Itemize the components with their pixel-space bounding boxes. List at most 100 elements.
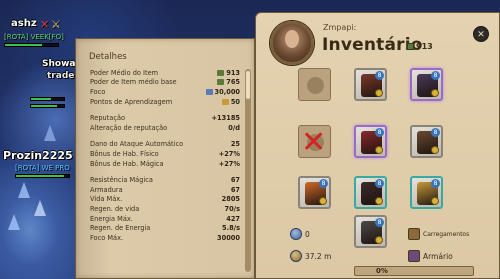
enchant-icon [375,197,383,205]
stat-row: Resistência Mágica 67 [90,175,240,185]
stat-label: Foco Máx. [90,233,124,242]
stat-row: Armadura 67 [90,185,240,195]
stat-value: +27% [219,150,240,158]
stat-value: 427 [226,215,240,223]
loadouts-button[interactable]: Carregamentos [408,228,469,240]
food-slot[interactable]: 8 [410,176,443,209]
cape-slot[interactable]: 8 [410,68,443,101]
stat-value-text: 25 [230,140,240,149]
learning-points-icon [221,98,229,105]
stat-label: Poder de Item médio base [90,78,177,87]
player-nameplate[interactable]: Showa [42,59,75,69]
stat-row: Foco 30,000 [90,87,240,97]
player-nameplate[interactable]: Prozin2225 [3,149,73,162]
head-slot[interactable]: 8 [354,68,387,101]
stat-label: Reputação [90,114,126,123]
stat-value: 5.8/s [222,224,240,232]
stat-label: Bônus de Hab. Mágica [90,159,164,168]
details-panel: Detalhes Poder Médio do Item 913 Poder de … [75,38,255,279]
carry-weight: 37.2 m [290,250,331,262]
gear-score-icon [217,79,225,86]
enchant-icon [319,197,327,205]
stat-value: 50 [221,97,240,106]
tier-badge: 8 [375,128,384,137]
load-bar [354,266,474,276]
stat-value-text: 50 [230,97,240,106]
stat-row: Alteração de reputação 0/d [90,123,240,133]
tier-badge: 8 [319,179,328,188]
enchant-icon [375,146,383,154]
stat-value-text: 913 [226,68,240,77]
close-button[interactable]: ✕ [473,26,489,42]
stat-row: Bônus de Hab. Físico +27% [90,149,240,159]
health-bar [30,97,65,101]
stat-value-text: 0/d [228,123,240,132]
tier-badge: 8 [375,71,384,80]
stat-row: Energia Máx. 427 [90,214,240,224]
details-scrollbar[interactable] [245,69,251,272]
guild-tag: [ROTA] VEEK[FO] [4,33,64,41]
player-name: Zmpapi: [323,23,357,32]
ice-crystal [18,182,30,198]
boots-slot[interactable]: 8 [354,176,387,209]
weight-icon [290,250,302,262]
empty-slot-icon [307,77,324,94]
off-hand-slot[interactable]: 8 [410,125,443,158]
loadouts-icon [408,228,420,240]
ice-crystal [34,200,46,216]
player-nameplate[interactable]: ashz [11,18,37,29]
stat-value: 0/d [228,124,240,132]
stat-label: Regen. de Energia [90,224,151,233]
scrollbar-thumb[interactable] [246,71,250,99]
enchant-icon [375,89,383,97]
tier-badge: 8 [431,179,440,188]
stat-value-text: 67 [230,176,240,185]
main-hand-slot[interactable]: ✕ [298,125,331,158]
stat-value-text: +27% [218,159,240,168]
item-power-icon [407,43,414,50]
tier-badge: 8 [375,218,384,227]
stat-value-text: 67 [230,185,240,194]
player-nameplate[interactable]: trade [47,71,74,81]
stat-row: Pontos de Aprendizagem 50 [90,97,240,107]
stat-value: 30,000 [205,88,240,96]
stat-label: Pontos de Aprendizagem [90,97,173,106]
mount-slot[interactable]: 8 [354,215,387,248]
stat-label: Bônus de Hab. Físico [90,149,159,158]
wardrobe-icon [408,250,420,262]
gear-score-icon [217,69,225,76]
silver-icon [290,228,302,240]
stat-row: Poder de Item médio base 765 [90,78,240,88]
stat-value: +13185 [212,114,240,122]
tier-badge: 8 [431,128,440,137]
avatar[interactable] [270,21,314,65]
potion-slot[interactable]: 8 [298,176,331,209]
chest-slot[interactable]: 8 [354,125,387,158]
stat-label: Vida Máx. [90,195,123,204]
stat-value: 67 [231,176,240,184]
inventory-panel: Zmpapi: Inventário 913 ✕ 8 8 ✕ 8 8 8 8 8 8 0 37.… [255,12,500,279]
pvp-flag-icon: ✕ [40,18,50,31]
item-power-value: 913 [416,42,433,51]
close-icon: ✕ [477,30,485,40]
stat-value: 2805 [222,195,240,203]
silver-value: 0 [305,229,310,239]
stat-value: 765 [217,78,240,86]
ice-crystal [8,214,20,230]
wardrobe-button[interactable]: Armário [408,250,453,262]
stat-row: Bônus de Hab. Mágica +27% [90,159,240,169]
stat-value: 70/s [224,205,240,213]
stat-value-text: +13185 [211,114,240,123]
ice-crystal [44,125,56,141]
stat-value-text: 2805 [221,195,240,204]
stat-value-text: 427 [226,214,240,223]
wardrobe-label: Armário [423,251,453,261]
bag-slot[interactable] [298,68,331,101]
stat-row: Poder Médio do Item 913 [90,68,240,78]
tier-badge: 8 [375,179,384,188]
stat-value: 913 [217,69,240,77]
stat-row: Vida Máx. 2805 [90,195,240,205]
health-bar [30,104,65,108]
stat-value-text: 5.8/s [221,224,240,233]
weight-value: 37.2 m [305,251,332,261]
